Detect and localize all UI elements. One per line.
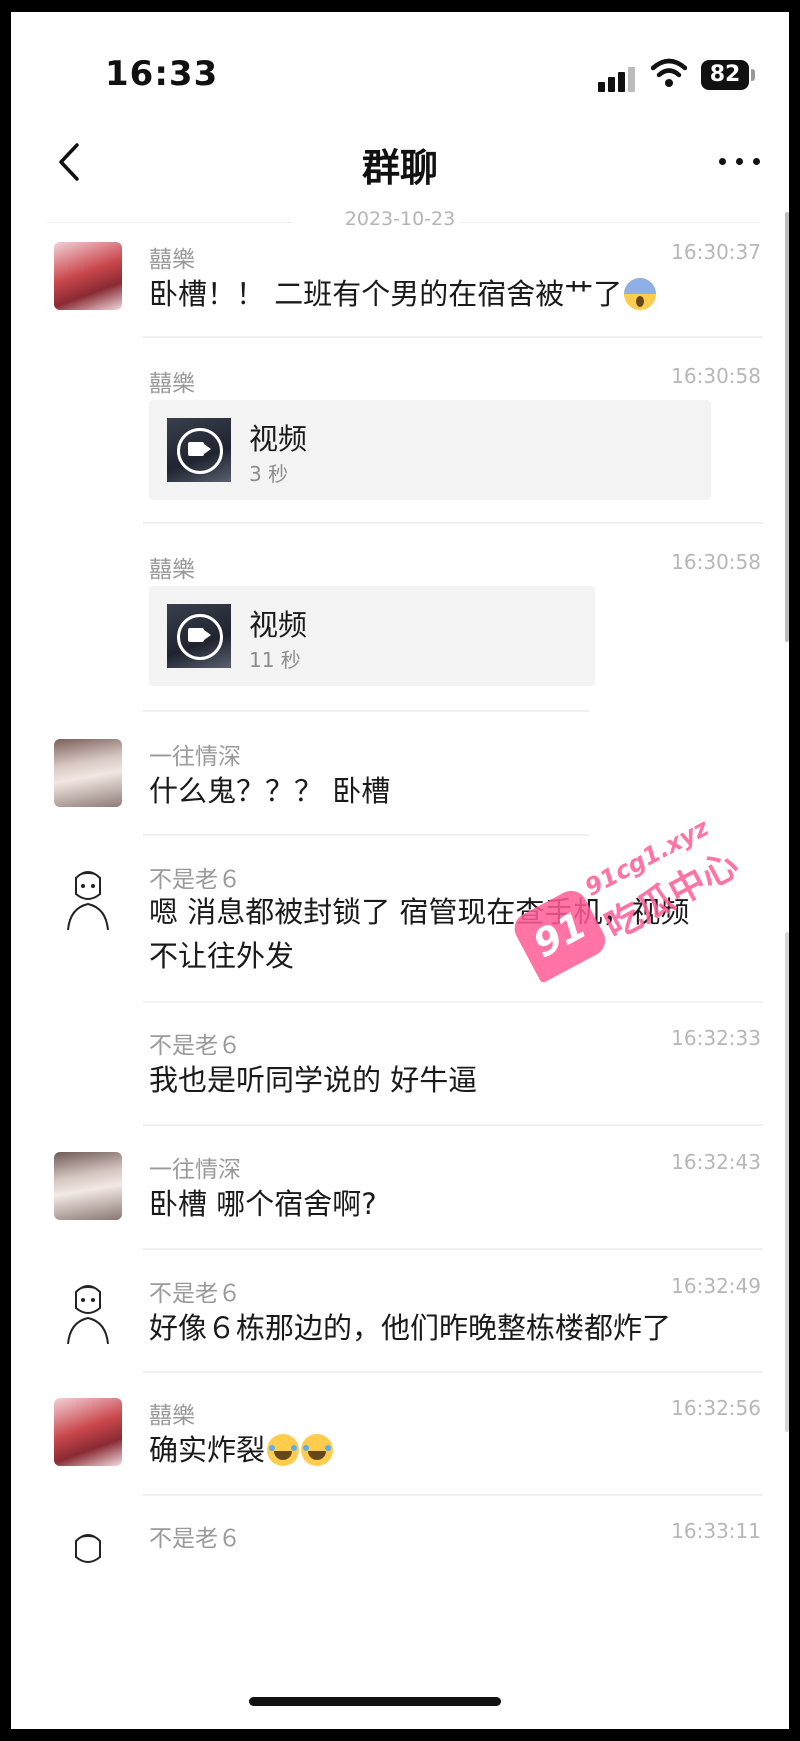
sender-name: 囍樂 (149, 1403, 195, 1429)
message-separator (143, 522, 763, 524)
cellular-signal-icon (598, 64, 638, 92)
message-separator (143, 834, 589, 836)
sender-name: 不是老６ (149, 1281, 241, 1307)
message-text: 卧槽！！ 二班有个男的在宿舍被艹了 (149, 272, 759, 316)
message-text-content: 卧槽！！ 二班有个男的在宿舍被艹了 (149, 277, 623, 311)
status-time: 16:33 (105, 54, 219, 94)
message-item: 一往情深 16:32:43 卧槽 哪个宿舍啊? (11, 1150, 789, 1260)
message-timestamp: 16:32:49 (671, 1274, 761, 1298)
message-text-content: 确实炸裂 (149, 1433, 266, 1467)
message-separator (143, 1371, 763, 1373)
nav-bar: 群聊 (11, 127, 789, 207)
message-separator (143, 710, 589, 712)
status-bar: 16:33 82 (11, 12, 789, 122)
battery-indicator: 82 (701, 60, 749, 90)
video-message-card[interactable]: 视频 11 秒 (149, 586, 595, 686)
message-text: 我也是听同学说的 好牛逼 (149, 1063, 478, 1097)
message-separator (143, 336, 763, 338)
sender-name: 囍樂 (149, 371, 195, 397)
message-timestamp: 16:32:33 (671, 1026, 761, 1050)
message-text: 好像６栋那边的，他们昨晚整栋楼都炸了 (149, 1311, 672, 1345)
message-timestamp: 16:33:11 (671, 1519, 761, 1543)
sender-name: 不是老６ (149, 1033, 241, 1059)
message-item: 不是老６ 16:32:49 好像６栋那边的，他们昨晚整栋楼都炸了 (11, 1274, 789, 1384)
video-label: 视频 (249, 608, 308, 642)
avatar[interactable] (54, 242, 122, 310)
message-text-line2: 不让往外发 (149, 939, 295, 973)
page-title: 群聊 (361, 146, 438, 190)
home-indicator[interactable] (249, 1697, 501, 1706)
avatar[interactable] (54, 1527, 122, 1575)
message-separator (143, 1494, 763, 1496)
video-duration: 3 秒 (249, 462, 289, 486)
battery-cap (751, 69, 755, 81)
message-separator (143, 1001, 763, 1003)
video-message-card[interactable]: 视频 3 秒 (149, 400, 711, 500)
laughing-tears-icon (301, 1434, 334, 1466)
message-text: 确实炸裂 (149, 1428, 759, 1472)
message-item: 囍樂 16:32:56 确实炸裂 (11, 1396, 789, 1506)
avatar[interactable] (54, 1278, 122, 1346)
scream-face-icon (624, 278, 657, 310)
video-camera-icon (188, 628, 211, 642)
avatar[interactable] (54, 1398, 122, 1466)
wifi-icon (651, 58, 687, 87)
sender-name: 囍樂 (149, 247, 195, 273)
video-camera-icon (188, 442, 211, 456)
sender-name: 一往情深 (149, 1157, 241, 1183)
video-duration: 11 秒 (249, 648, 301, 672)
message-timestamp: 16:32:43 (671, 1150, 761, 1174)
video-thumbnail (167, 418, 231, 482)
more-options-icon[interactable] (716, 137, 766, 183)
message-timestamp: 16:32:56 (671, 1396, 761, 1420)
message-timestamp: 16:30:58 (671, 364, 761, 388)
message-timestamp: 16:30:37 (671, 240, 761, 264)
message-item: 不是老６ 16:32:33 我也是听同学说的 好牛逼 (11, 1026, 789, 1136)
sender-name: 不是老６ (149, 867, 241, 893)
message-item: 不是老６ 16:33:11 (11, 1519, 789, 1579)
video-thumbnail (167, 604, 231, 668)
date-divider: 2023-10-23 (11, 208, 789, 238)
message-separator (143, 1124, 763, 1126)
avatar[interactable] (54, 864, 122, 932)
divider-line-right (459, 222, 759, 223)
video-label: 视频 (249, 422, 308, 456)
message-text: 卧槽 哪个宿舍啊? (149, 1187, 377, 1221)
sender-name: 一往情深 (149, 744, 241, 770)
message-timestamp: 16:30:58 (671, 550, 761, 574)
sender-name: 囍樂 (149, 557, 195, 583)
avatar[interactable] (54, 1152, 122, 1220)
message-separator (143, 1248, 763, 1250)
date-label: 2023-10-23 (344, 208, 456, 230)
sender-name: 不是老６ (149, 1526, 241, 1552)
message-item: 囍樂 16:30:58 视频 11 秒 (11, 550, 789, 710)
laughing-tears-icon (267, 1434, 300, 1466)
chat-screen: 16:33 82 群聊 2023-10-23 囍樂 16:30:37 卧槽！！ … (11, 12, 789, 1729)
message-item: 囍樂 16:30:58 视频 3 秒 (11, 364, 789, 524)
avatar[interactable] (54, 739, 122, 807)
